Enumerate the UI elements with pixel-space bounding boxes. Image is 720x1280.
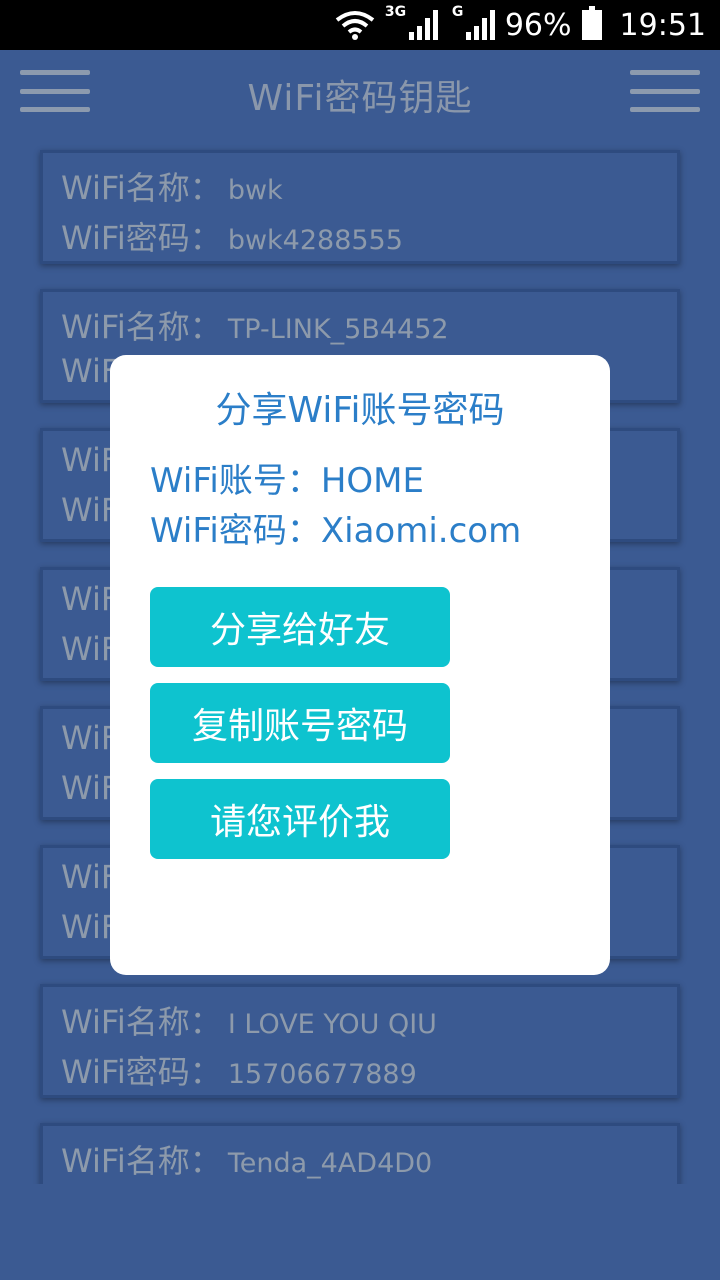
app-header: WiFi密码钥匙 xyxy=(0,50,720,140)
wifi-name: TP-LINK_5B4452 xyxy=(227,314,449,345)
clock: 19:51 xyxy=(619,7,706,43)
wifi-name: I LOVE YOU QIU xyxy=(227,1009,437,1040)
cell-signal-icon-2: G xyxy=(452,4,495,40)
battery-icon xyxy=(581,6,602,40)
network-type: 3G xyxy=(384,4,407,20)
name-label: WiFi名称： xyxy=(61,308,222,346)
bottom-area xyxy=(0,1184,720,1280)
share-dialog: 分享WiFi账号密码 WiFi账号：HOME WiFi密码：Xiaomi.com… xyxy=(110,355,610,975)
wifi-name: bwk xyxy=(227,175,283,206)
network-type-2: G xyxy=(451,4,464,20)
dialog-account: WiFi账号：HOME xyxy=(150,461,424,501)
wifi-password: bwk4288555 xyxy=(227,225,403,256)
more-menu-icon[interactable] xyxy=(630,70,700,112)
cell-signal-icon: 3G xyxy=(385,4,438,40)
name-label: WiFi名称： xyxy=(61,1142,222,1180)
wifi-name: Tenda_4AD4D0 xyxy=(227,1148,433,1179)
battery-percent: 96% xyxy=(504,7,572,43)
name-label: WiFi名称： xyxy=(61,1003,222,1041)
wifi-password: 15706677889 xyxy=(227,1059,417,1090)
page-title: WiFi密码钥匙 xyxy=(247,78,473,119)
rate-button[interactable]: 请您评价我 xyxy=(150,779,450,859)
list-item[interactable]: WiFi名称： I LOVE YOU QIU WiFi密码： 15706677889 xyxy=(40,984,680,1098)
menu-icon[interactable] xyxy=(20,70,90,112)
copy-button[interactable]: 复制账号密码 xyxy=(150,683,450,763)
name-label: WiFi名称： xyxy=(61,169,222,207)
dialog-password: WiFi密码：Xiaomi.com xyxy=(150,511,522,551)
status-bar: 3G G 96% 19:51 xyxy=(0,0,720,50)
dialog-title: 分享WiFi账号密码 xyxy=(215,390,505,431)
password-label: WiFi密码： xyxy=(61,1053,222,1091)
password-label: WiFi密码： xyxy=(61,219,222,257)
share-button[interactable]: 分享给好友 xyxy=(150,587,450,667)
list-item[interactable]: WiFi名称： bwk WiFi密码： bwk4288555 xyxy=(40,150,680,264)
wifi-signal-icon xyxy=(335,11,375,40)
list-item[interactable]: WiFi名称： Tenda_4AD4D0 xyxy=(40,1123,680,1184)
